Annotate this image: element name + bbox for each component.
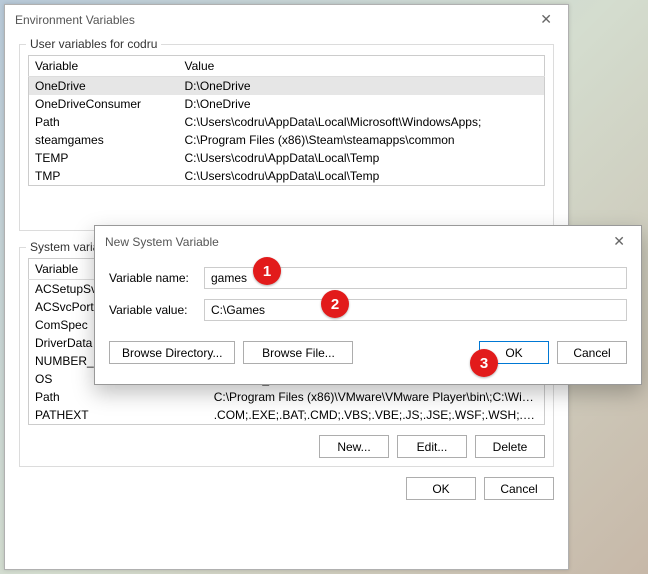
close-icon[interactable]: ✕: [607, 233, 631, 250]
cell-variable: OneDriveConsumer: [29, 95, 179, 113]
user-vars-heading: User variables for codru: [26, 37, 161, 51]
cell-variable: TEMP: [29, 149, 179, 167]
user-vars-table[interactable]: Variable Value OneDrive D:\OneDrive OneD…: [28, 55, 545, 186]
modal-buttons: Browse Directory... Browse File... OK Ca…: [95, 339, 641, 374]
variable-value-label: Variable value:: [109, 303, 204, 317]
cell-variable: Path: [29, 388, 208, 406]
annotation-badge-1: 1: [253, 257, 281, 285]
modal-title: New System Variable: [105, 235, 219, 249]
browse-directory-button[interactable]: Browse Directory...: [109, 341, 235, 364]
table-row[interactable]: PATHEXT .COM;.EXE;.BAT;.CMD;.VBS;.VBE;.J…: [29, 406, 545, 425]
edit-button[interactable]: Edit...: [397, 435, 467, 458]
annotation-badge-2: 2: [321, 290, 349, 318]
variable-value-input[interactable]: [204, 299, 627, 321]
cell-value: D:\OneDrive: [179, 95, 545, 113]
dialog-buttons: OK Cancel: [19, 477, 554, 500]
cell-value: C:\Users\codru\AppData\Local\Microsoft\W…: [179, 113, 545, 131]
env-titlebar: Environment Variables ✕: [5, 5, 568, 34]
browse-file-button[interactable]: Browse File...: [243, 341, 353, 364]
cell-variable: steamgames: [29, 131, 179, 149]
cell-variable: Path: [29, 113, 179, 131]
col-value[interactable]: Value: [179, 56, 545, 77]
cell-value: .COM;.EXE;.BAT;.CMD;.VBS;.VBE;.JS;.JSE;.…: [208, 406, 545, 425]
table-row[interactable]: OneDrive D:\OneDrive: [29, 77, 545, 96]
cell-value: C:\Program Files (x86)\VMware\VMware Pla…: [208, 388, 545, 406]
close-icon[interactable]: ✕: [534, 11, 558, 28]
col-variable[interactable]: Variable: [29, 56, 179, 77]
annotation-badge-3: 3: [470, 349, 498, 377]
cell-value: C:\Users\codru\AppData\Local\Temp: [179, 167, 545, 186]
cell-value: C:\Program Files (x86)\Steam\steamapps\c…: [179, 131, 545, 149]
new-system-variable-dialog: New System Variable ✕ Variable name: Var…: [94, 225, 642, 385]
env-title: Environment Variables: [15, 13, 135, 27]
cell-variable: OneDrive: [29, 77, 179, 96]
variable-name-label: Variable name:: [109, 271, 204, 285]
modal-titlebar: New System Variable ✕: [95, 226, 641, 257]
table-row[interactable]: steamgames C:\Program Files (x86)\Steam\…: [29, 131, 545, 149]
table-row[interactable]: Path C:\Program Files (x86)\VMware\VMwar…: [29, 388, 545, 406]
modal-body: Variable name: Variable value:: [95, 257, 641, 339]
cell-value: D:\OneDrive: [179, 77, 545, 96]
cell-variable: TMP: [29, 167, 179, 186]
table-row[interactable]: TMP C:\Users\codru\AppData\Local\Temp: [29, 167, 545, 186]
cancel-button[interactable]: Cancel: [484, 477, 554, 500]
user-vars-group: User variables for codru Variable Value …: [19, 44, 554, 231]
variable-value-row: Variable value:: [109, 299, 627, 321]
table-row[interactable]: TEMP C:\Users\codru\AppData\Local\Temp: [29, 149, 545, 167]
delete-button[interactable]: Delete: [475, 435, 545, 458]
sys-vars-buttons: New... Edit... Delete: [28, 435, 545, 458]
new-button[interactable]: New...: [319, 435, 389, 458]
table-row[interactable]: Path C:\Users\codru\AppData\Local\Micros…: [29, 113, 545, 131]
cell-variable: PATHEXT: [29, 406, 208, 425]
table-row[interactable]: OneDriveConsumer D:\OneDrive: [29, 95, 545, 113]
modal-cancel-button[interactable]: Cancel: [557, 341, 627, 364]
cell-value: C:\Users\codru\AppData\Local\Temp: [179, 149, 545, 167]
ok-button[interactable]: OK: [406, 477, 476, 500]
variable-name-row: Variable name:: [109, 267, 627, 289]
